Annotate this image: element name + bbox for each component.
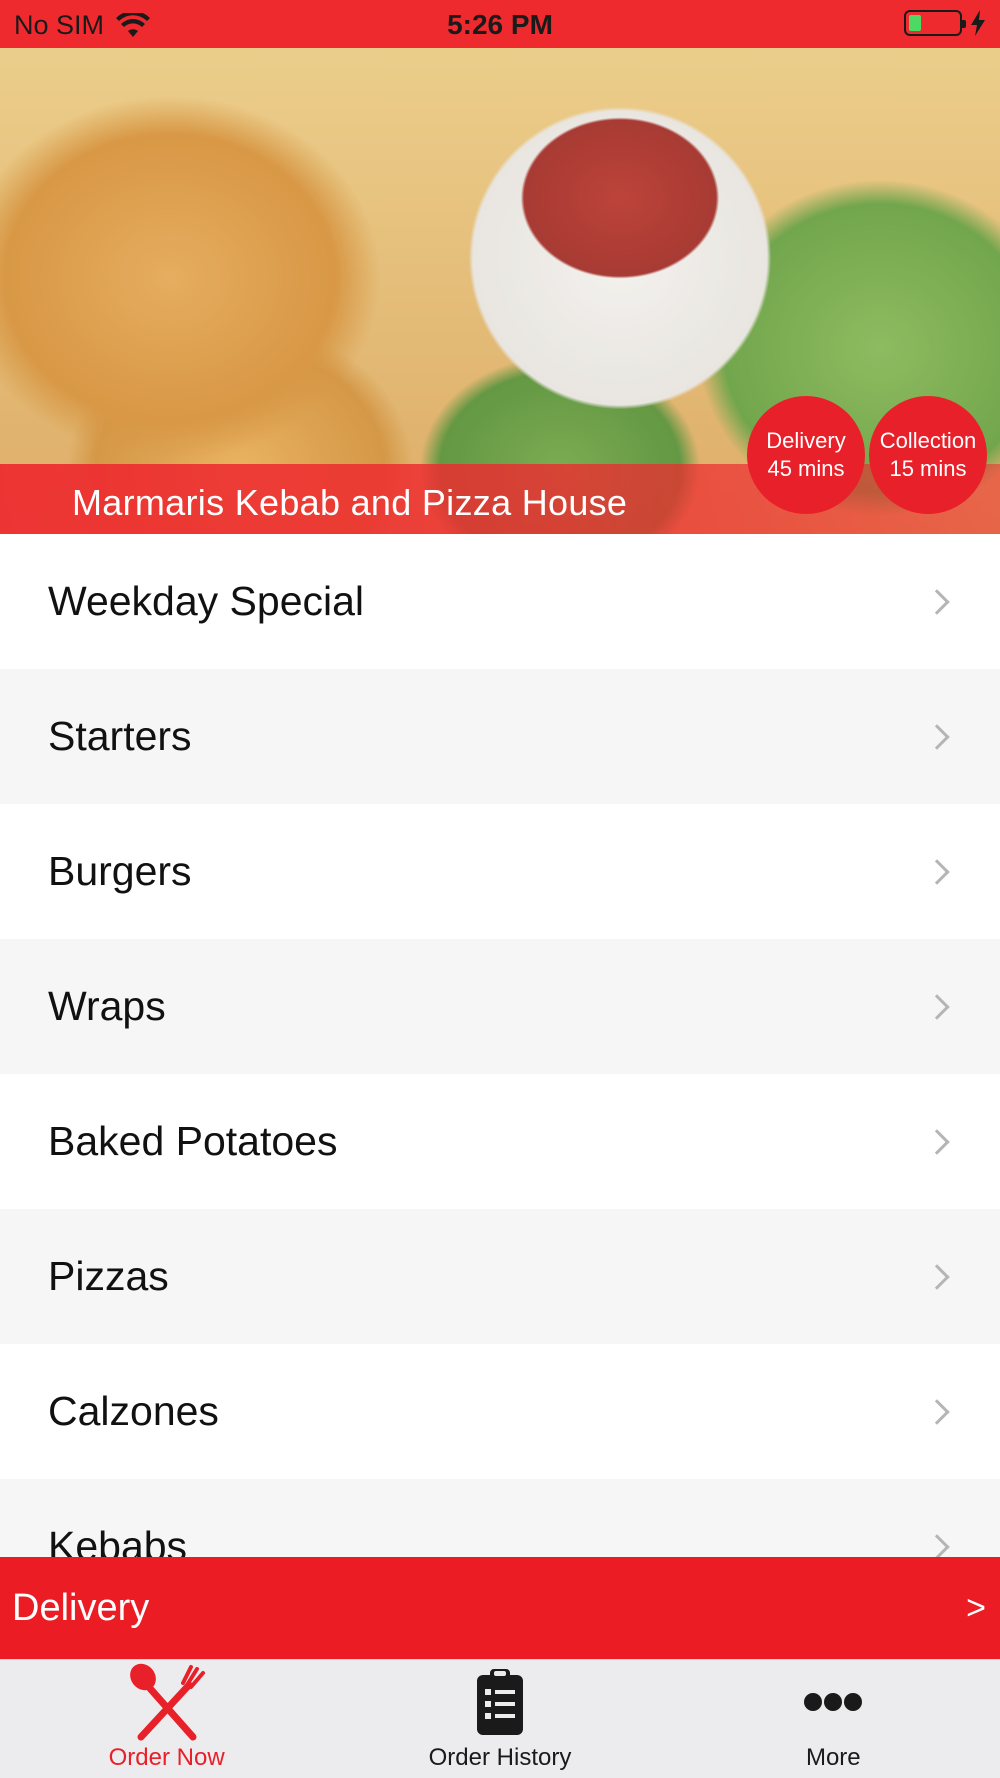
battery-level xyxy=(909,15,921,31)
menu-item-wraps[interactable]: Wraps xyxy=(0,939,1000,1074)
chevron-right-icon xyxy=(924,1533,950,1557)
menu-item-label: Calzones xyxy=(48,1388,219,1434)
tab-more[interactable]: More xyxy=(667,1660,1000,1778)
bolt-icon xyxy=(971,10,985,36)
delivery-badge-time: 45 mins xyxy=(767,456,845,481)
chevron-right-icon xyxy=(924,993,950,1020)
tab-label: Order Now xyxy=(108,1744,225,1771)
clipboard-icon xyxy=(475,1662,525,1742)
menu-item-label: Burgers xyxy=(48,848,192,894)
menu-item-label: Wraps xyxy=(48,983,166,1029)
menu-item-label: Weekday Special xyxy=(48,578,365,624)
status-right xyxy=(904,10,986,36)
status-time: 5:26 PM xyxy=(447,9,553,40)
menu-item-starters[interactable]: Starters xyxy=(0,669,1000,804)
menu-item-label: Baked Potatoes xyxy=(48,1118,338,1164)
tab-label: More xyxy=(805,1744,861,1771)
delivery-time-badge: Delivery 45 mins xyxy=(747,396,865,514)
hero-image: Marmaris Kebab and Pizza House Delivery … xyxy=(0,48,1000,534)
menu-item-baked-potatoes[interactable]: Baked Potatoes xyxy=(0,1074,1000,1209)
delivery-badge-label: Delivery xyxy=(766,428,846,453)
delivery-mode-label: Delivery xyxy=(12,1586,150,1629)
chevron-right-icon xyxy=(924,1263,950,1290)
restaurant-name: Marmaris Kebab and Pizza House xyxy=(72,482,628,523)
tab-order-history[interactable]: Order History xyxy=(333,1660,666,1778)
menu-item-weekday-special[interactable]: Weekday Special xyxy=(0,534,1000,669)
battery-icon xyxy=(904,10,966,36)
tab-bar: Order Now Order History More xyxy=(0,1659,1000,1778)
menu-item-burgers[interactable]: Burgers xyxy=(0,804,1000,939)
chevron-right-icon xyxy=(924,588,950,615)
menu-category-list[interactable]: Weekday Special Starters Burgers Wraps B… xyxy=(0,534,1000,1557)
collection-badge-label: Collection xyxy=(879,428,977,453)
menu-item-kebabs[interactable]: Kebabs xyxy=(0,1479,1000,1557)
menu-item-label: Kebabs xyxy=(48,1523,188,1557)
fork-knife-icon xyxy=(127,1662,207,1742)
menu-item-calzones[interactable]: Calzones xyxy=(0,1344,1000,1479)
arrow-right-icon: > xyxy=(966,1588,986,1627)
chevron-right-icon xyxy=(924,723,950,750)
menu-item-label: Pizzas xyxy=(48,1253,169,1299)
chevron-right-icon xyxy=(924,1128,950,1155)
tab-order-now[interactable]: Order Now xyxy=(0,1660,333,1778)
more-dots-icon xyxy=(803,1662,863,1742)
chevron-right-icon xyxy=(924,858,950,885)
collection-time-badge: Collection 15 mins xyxy=(869,396,987,514)
chevron-right-icon xyxy=(924,1398,950,1425)
menu-item-pizzas[interactable]: Pizzas xyxy=(0,1209,1000,1344)
collection-badge-time: 15 mins xyxy=(889,456,967,481)
menu-item-label: Starters xyxy=(48,713,192,759)
delivery-mode-button[interactable]: Delivery > xyxy=(0,1557,1000,1659)
status-bar: No SIM 5:26 PM xyxy=(0,0,1000,48)
tab-label: Order History xyxy=(428,1744,572,1771)
